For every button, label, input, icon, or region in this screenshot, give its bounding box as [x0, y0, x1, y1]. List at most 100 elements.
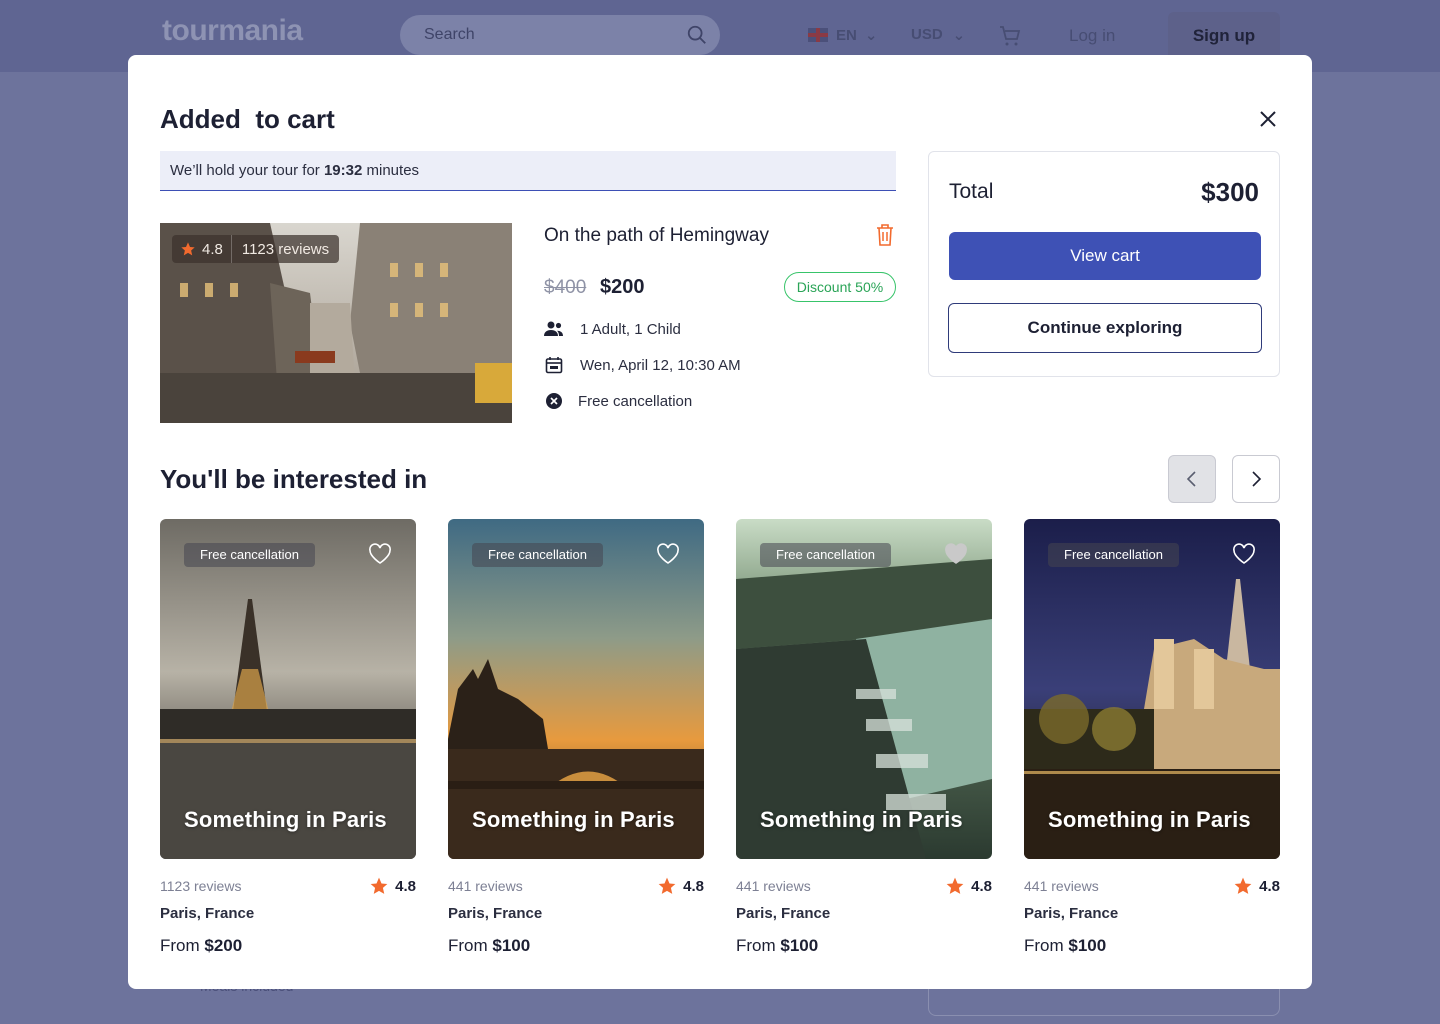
cart-icon[interactable]: [998, 24, 1022, 48]
star-icon: [946, 877, 964, 894]
star-icon: [1234, 877, 1252, 894]
total-value: $300: [1201, 177, 1259, 207]
price-prefix: From: [160, 936, 205, 955]
price-prefix: From: [448, 936, 493, 955]
guests-text: 1 Adult, 1 Child: [580, 320, 681, 338]
date-text: Wen, April 12, 10:30 AM: [580, 356, 741, 374]
card-image[interactable]: Free cancellation Something in Paris: [1024, 519, 1280, 859]
card-price: From $100: [448, 936, 530, 956]
total-label: Total: [949, 180, 994, 203]
star-icon: [181, 242, 195, 256]
card-rating-value: 4.8: [395, 877, 416, 895]
signup-button[interactable]: Sign up: [1168, 12, 1280, 60]
search-placeholder: Search: [424, 26, 475, 43]
currency-label: USD: [911, 26, 943, 43]
search-input[interactable]: Search: [400, 15, 720, 55]
date-row: Wen, April 12, 10:30 AM: [544, 355, 741, 375]
card-price: From $200: [160, 936, 242, 956]
guests-row: 1 Adult, 1 Child: [544, 319, 681, 339]
card-location: Paris, France: [448, 905, 543, 922]
language-label: EN: [836, 26, 857, 44]
card-location: Paris, France: [160, 905, 255, 922]
tour-card[interactable]: Free cancellation Something in Paris 441…: [448, 519, 704, 959]
tour-reviews: 1123 reviews: [241, 240, 330, 258]
card-reviews: 441 reviews: [448, 878, 523, 894]
chevron-right-icon: [1252, 471, 1262, 487]
tour-card[interactable]: Free cancellation Something in Paris 441…: [736, 519, 992, 959]
card-rating-value: 4.8: [971, 877, 992, 895]
tour-rating: 4.8: [202, 240, 223, 258]
users-icon: [544, 319, 564, 339]
continue-exploring-button[interactable]: Continue exploring: [948, 303, 1262, 353]
heart-icon[interactable]: [944, 543, 968, 565]
price-prefix: From: [1024, 936, 1069, 955]
hold-suffix: minutes: [362, 162, 420, 179]
heart-icon[interactable]: [1232, 543, 1256, 565]
logo-text: tourmania: [162, 14, 303, 47]
card-rating: 4.8: [945, 876, 992, 896]
total-panel: Total $300 View cart Continue exploring: [928, 151, 1280, 377]
login-link[interactable]: Log in: [1069, 26, 1115, 46]
carousel-next-button[interactable]: [1232, 455, 1280, 503]
heart-icon[interactable]: [656, 543, 680, 565]
hold-prefix: We’ll hold your tour for: [170, 162, 324, 179]
close-icon[interactable]: [1256, 107, 1280, 131]
tour-name: On the path of Hemingway: [544, 225, 769, 246]
card-reviews: 1123 reviews: [160, 878, 242, 894]
free-cancellation-badge: Free cancellation: [472, 543, 603, 567]
card-rating-value: 4.8: [1259, 877, 1280, 895]
card-image[interactable]: Free cancellation Something in Paris: [160, 519, 416, 859]
flag-icon: [808, 28, 828, 42]
star-icon: [370, 877, 388, 894]
calendar-icon: [544, 355, 564, 375]
tour-card[interactable]: Free cancellation Something in Paris 441…: [1024, 519, 1280, 959]
card-title: Something in Paris: [1048, 807, 1251, 832]
modal-title: Added to cart: [160, 104, 335, 134]
price-value: $100: [780, 936, 819, 955]
heart-icon[interactable]: [368, 543, 392, 565]
cancellation-text: Free cancellation: [578, 392, 693, 410]
card-rating-value: 4.8: [683, 877, 704, 895]
cancellation-row: Free cancellation: [544, 391, 692, 411]
card-price: From $100: [736, 936, 818, 956]
tour-image[interactable]: 4.8 1123 reviews: [160, 223, 512, 423]
new-price: $200: [600, 276, 645, 298]
chevron-down-icon: ⌄: [952, 27, 966, 44]
card-reviews: 441 reviews: [1024, 878, 1099, 894]
tour-card[interactable]: Free cancellation Something in Paris 112…: [160, 519, 416, 959]
card-location: Paris, France: [1024, 905, 1119, 922]
card-image[interactable]: Free cancellation Something in Paris: [448, 519, 704, 859]
card-rating: 4.8: [657, 876, 704, 896]
star-icon: [658, 877, 676, 894]
price-value: $100: [492, 936, 531, 955]
hold-timer-banner: We’ll hold your tour for 19:32 minutes: [160, 151, 896, 191]
card-price: From $100: [1024, 936, 1106, 956]
free-cancellation-badge: Free cancellation: [760, 543, 891, 567]
tour-rating-chip: 4.8 1123 reviews: [172, 235, 340, 263]
price-value: $100: [1068, 936, 1107, 955]
card-title: Something in Paris: [760, 807, 963, 832]
logo: tourmania: [162, 14, 303, 48]
chevron-left-icon: [1186, 471, 1196, 487]
view-cart-button[interactable]: View cart: [949, 232, 1261, 280]
hold-time: 19:32: [323, 162, 363, 179]
currency-select[interactable]: USD ⌄: [911, 26, 965, 44]
carousel-prev-button[interactable]: [1168, 455, 1216, 503]
card-title: Something in Paris: [184, 807, 387, 832]
price-value: $200: [204, 936, 243, 955]
cancel-icon: [544, 391, 564, 411]
card-location: Paris, France: [736, 905, 831, 922]
card-rating: 4.8: [369, 876, 416, 896]
chevron-down-icon: ⌄: [864, 27, 878, 44]
language-select[interactable]: EN ⌄: [808, 26, 877, 44]
added-to-cart-modal: Added to cart We’ll hold your tour for 1…: [128, 55, 1312, 989]
free-cancellation-badge: Free cancellation: [1048, 543, 1179, 567]
card-image[interactable]: Free cancellation Something in Paris: [736, 519, 992, 859]
section-title: You'll be interested in: [160, 464, 428, 494]
search-icon: [687, 25, 706, 44]
card-reviews: 441 reviews: [736, 878, 811, 894]
free-cancellation-badge: Free cancellation: [184, 543, 315, 567]
card-title: Something in Paris: [472, 807, 675, 832]
trash-icon[interactable]: [874, 223, 896, 247]
card-rating: 4.8: [1233, 876, 1280, 896]
